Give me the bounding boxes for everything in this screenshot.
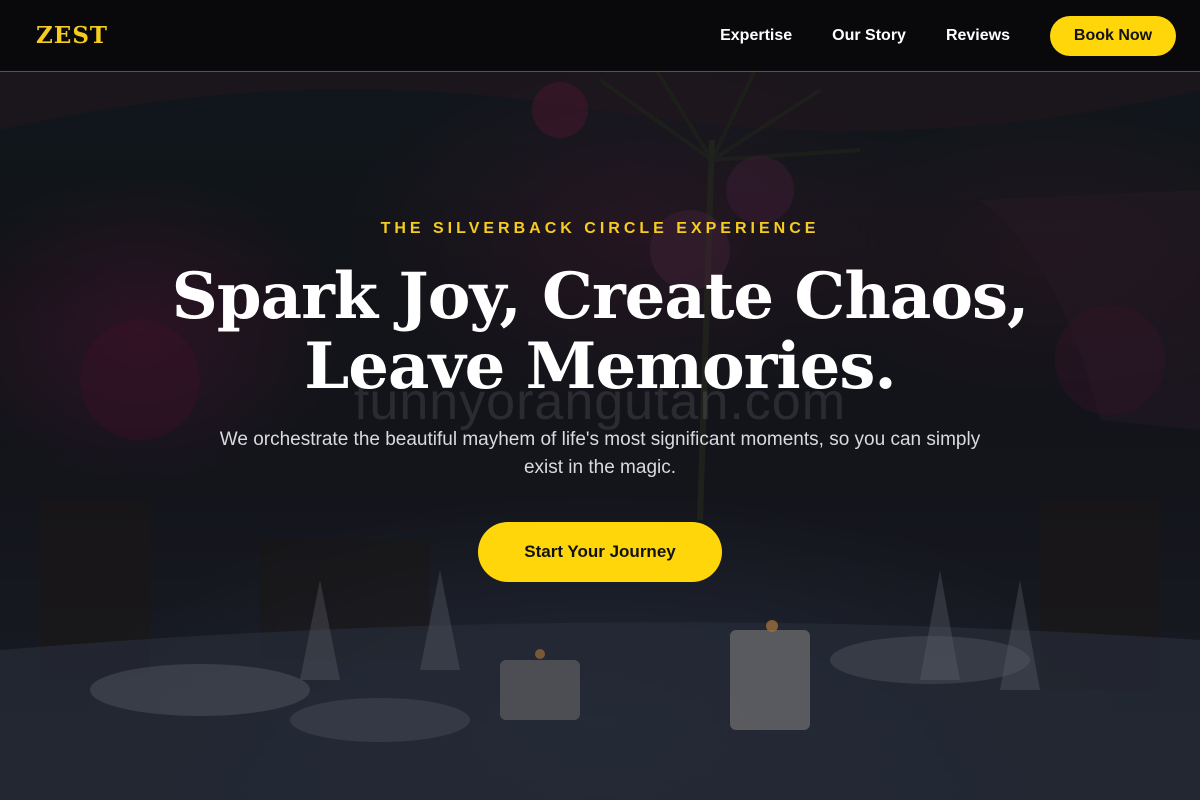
nav-link-our-story[interactable]: Our Story	[832, 27, 906, 45]
hero-section: THE SILVERBACK CIRCLE EXPERIENCE Spark J…	[0, 72, 1200, 800]
watermark-text: funnyorangutan.com	[353, 373, 847, 431]
hero-title-line-1: Spark Joy, Create Chaos,	[171, 259, 1030, 334]
main-nav: Expertise Our Story Reviews	[720, 27, 1010, 45]
nav-link-reviews[interactable]: Reviews	[946, 27, 1010, 45]
site-header: ZEST Expertise Our Story Reviews Book No…	[0, 0, 1200, 72]
nav-link-expertise[interactable]: Expertise	[720, 27, 792, 45]
book-now-button[interactable]: Book Now	[1050, 15, 1176, 56]
brand-logo[interactable]: ZEST	[36, 22, 108, 49]
hero-eyebrow: THE SILVERBACK CIRCLE EXPERIENCE	[380, 220, 820, 237]
start-journey-button[interactable]: Start Your Journey	[478, 522, 722, 582]
hero-subtitle: We orchestrate the beautiful mayhem of l…	[219, 429, 981, 478]
